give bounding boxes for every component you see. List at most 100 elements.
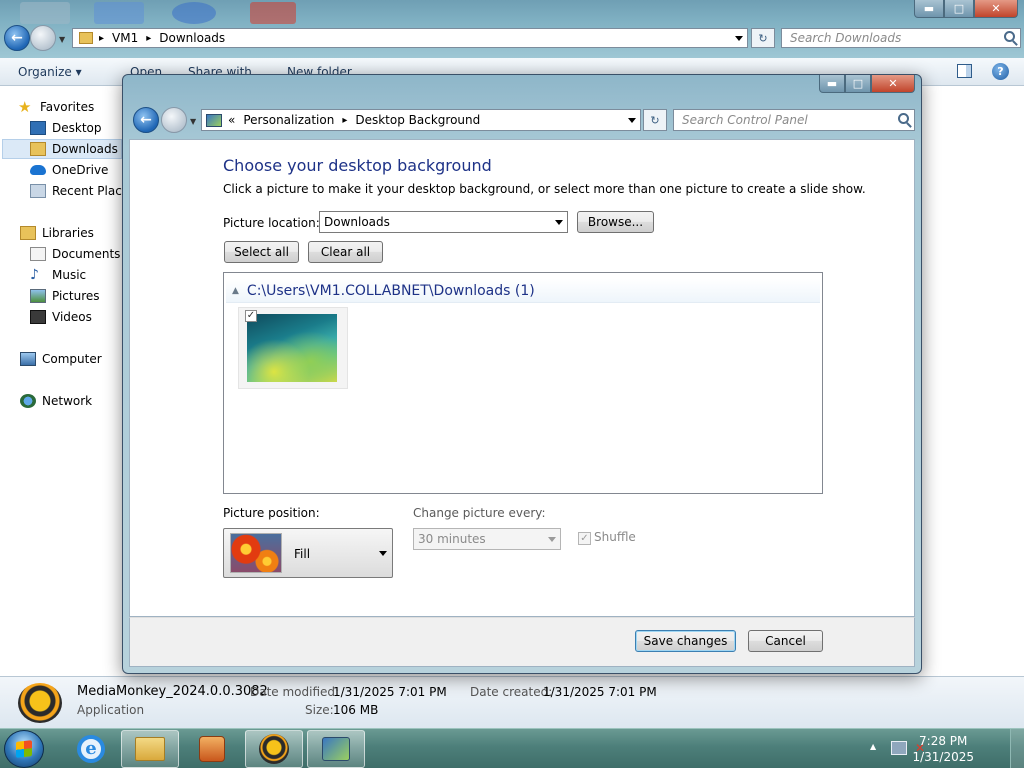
- cp-refresh-icon[interactable]: ↻: [643, 109, 667, 131]
- blurred-desktop-icon: [250, 2, 296, 24]
- cp-search-icon[interactable]: [898, 113, 909, 124]
- recent-pages-dropdown-icon[interactable]: ▼: [59, 35, 65, 44]
- picture-location-dropdown[interactable]: Downloads: [319, 211, 568, 233]
- forward-button[interactable]: [30, 25, 56, 51]
- picture-position-dropdown[interactable]: Fill: [223, 528, 393, 578]
- thumbnail-checkbox[interactable]: ✓: [245, 310, 257, 322]
- nav-music[interactable]: ♪ Music: [30, 265, 86, 285]
- nav-onedrive[interactable]: OneDrive: [30, 160, 108, 180]
- wallpaper-thumbnail[interactable]: ✓: [238, 307, 348, 389]
- minimize-button[interactable]: ▬: [914, 0, 944, 18]
- desktop-icon: [30, 121, 46, 135]
- taskbar-mediamonkey[interactable]: [245, 730, 303, 768]
- address-dropdown-icon[interactable]: [735, 36, 743, 41]
- music-note-icon: ♪: [30, 267, 39, 283]
- nav-computer-label: Computer: [42, 352, 102, 366]
- nav-recent-places[interactable]: Recent Places: [30, 181, 135, 201]
- refresh-icon[interactable]: ↻: [751, 28, 775, 48]
- nav-libraries[interactable]: Libraries: [20, 223, 94, 243]
- chevron-down-icon: [548, 537, 556, 542]
- videos-icon: [30, 310, 46, 324]
- downloads-folder-icon: [30, 142, 46, 156]
- breadcrumb-desktop-background[interactable]: Desktop Background: [355, 113, 480, 127]
- cp-forward-button[interactable]: [161, 107, 187, 133]
- nav-pictures[interactable]: Pictures: [30, 286, 100, 306]
- nav-downloads[interactable]: Downloads: [2, 139, 122, 159]
- change-picture-interval-dropdown[interactable]: 30 minutes: [413, 528, 561, 550]
- show-desktop-button[interactable]: [1010, 729, 1024, 768]
- search-input[interactable]: Search Downloads: [781, 28, 1021, 48]
- search-placeholder: Search Downloads: [790, 31, 902, 45]
- breadcrumb-personalization[interactable]: Personalization: [243, 113, 334, 127]
- breadcrumb-downloads[interactable]: Downloads: [159, 31, 225, 45]
- organize-button[interactable]: Organize ▾: [18, 65, 82, 79]
- nav-favorites-label: Favorites: [40, 100, 95, 114]
- computer-icon: [20, 352, 36, 366]
- back-button[interactable]: ←: [4, 25, 30, 51]
- organize-label: Organize: [18, 65, 72, 79]
- taskbar-internet-explorer[interactable]: e: [62, 730, 120, 768]
- clear-all-button[interactable]: Clear all: [308, 241, 383, 263]
- nav-pictures-label: Pictures: [52, 289, 100, 303]
- cp-address-dropdown-icon[interactable]: [628, 118, 636, 123]
- tray-expand-icon[interactable]: ▲: [870, 742, 876, 751]
- clock[interactable]: 7:28 PM 1/31/2025: [912, 733, 974, 765]
- pictures-icon: [30, 289, 46, 303]
- nav-network[interactable]: Network: [20, 391, 92, 411]
- cp-address-bar[interactable]: « Personalization ▸ Desktop Background: [201, 109, 641, 131]
- cp-content-area: Choose your desktop background Click a p…: [129, 139, 915, 617]
- picture-list[interactable]: ▲ C:\Users\VM1.COLLABNET\Downloads (1) ✓: [223, 272, 823, 494]
- nav-documents-label: Documents: [52, 247, 121, 261]
- save-changes-button[interactable]: Save changes: [635, 630, 736, 652]
- breadcrumb-overflow[interactable]: «: [228, 113, 235, 127]
- cp-minimize-button[interactable]: ▬: [819, 75, 845, 93]
- browse-button[interactable]: Browse...: [577, 211, 654, 233]
- taskbar-media-player[interactable]: [183, 730, 241, 768]
- nav-favorites[interactable]: ★ Favorites: [18, 97, 94, 117]
- address-bar[interactable]: ▸ VM1 ▸ Downloads: [72, 28, 748, 48]
- picture-location-label: Picture location:: [223, 216, 320, 230]
- explorer-titlebar: ▬ □ ✕ ← ▼ ▸ VM1 ▸ Downloads ↻ Search Dow…: [0, 0, 1024, 58]
- select-all-button[interactable]: Select all: [224, 241, 299, 263]
- group-header[interactable]: ▲ C:\Users\VM1.COLLABNET\Downloads (1): [226, 279, 820, 303]
- nav-videos-label: Videos: [52, 310, 92, 324]
- details-file-type: Application: [77, 703, 145, 717]
- cp-maximize-button[interactable]: □: [845, 75, 871, 93]
- nav-documents[interactable]: Documents: [30, 244, 120, 264]
- search-icon[interactable]: [1004, 31, 1015, 42]
- blurred-desktop-icon: [172, 2, 216, 24]
- breadcrumb-separator: ▸: [342, 114, 348, 126]
- nav-onedrive-label: OneDrive: [52, 163, 109, 177]
- maximize-button[interactable]: □: [944, 0, 974, 18]
- taskbar-control-panel[interactable]: [307, 730, 365, 768]
- shuffle-checkbox[interactable]: ✓: [578, 532, 591, 545]
- start-button[interactable]: [4, 730, 44, 768]
- preview-pane-icon[interactable]: [957, 64, 972, 78]
- breadcrumb-vm1[interactable]: VM1: [112, 31, 138, 45]
- details-pane: MediaMonkey_2024.0.0.3082 Application Da…: [0, 676, 1024, 728]
- network-tray-icon[interactable]: [891, 741, 907, 755]
- collapse-icon[interactable]: ▲: [232, 286, 239, 296]
- internet-explorer-icon: e: [77, 735, 105, 763]
- cp-close-button[interactable]: ✕: [871, 75, 915, 93]
- details-size: 106 MB: [333, 703, 379, 717]
- change-picture-value: 30 minutes: [418, 532, 486, 546]
- nav-desktop[interactable]: Desktop: [30, 118, 102, 138]
- cp-back-button[interactable]: ←: [133, 107, 159, 133]
- folder-icon: [135, 737, 165, 761]
- star-icon: ★: [18, 98, 32, 116]
- nav-computer[interactable]: Computer: [20, 349, 102, 369]
- cancel-button[interactable]: Cancel: [748, 630, 823, 652]
- taskbar-windows-explorer[interactable]: [121, 730, 179, 768]
- nav-desktop-label: Desktop: [52, 121, 102, 135]
- control-panel-icon: [322, 737, 350, 761]
- cp-search-input[interactable]: Search Control Panel: [673, 109, 915, 131]
- change-picture-label: Change picture every:: [413, 506, 546, 520]
- nav-videos[interactable]: Videos: [30, 307, 92, 327]
- close-button[interactable]: ✕: [974, 0, 1018, 18]
- cp-recent-pages-dropdown-icon[interactable]: ▼: [190, 117, 196, 126]
- picture-position-label: Picture position:: [223, 506, 320, 520]
- details-date-modified-label: Date modified:: [250, 685, 340, 699]
- help-icon[interactable]: ?: [992, 63, 1009, 80]
- recent-places-icon: [30, 184, 46, 198]
